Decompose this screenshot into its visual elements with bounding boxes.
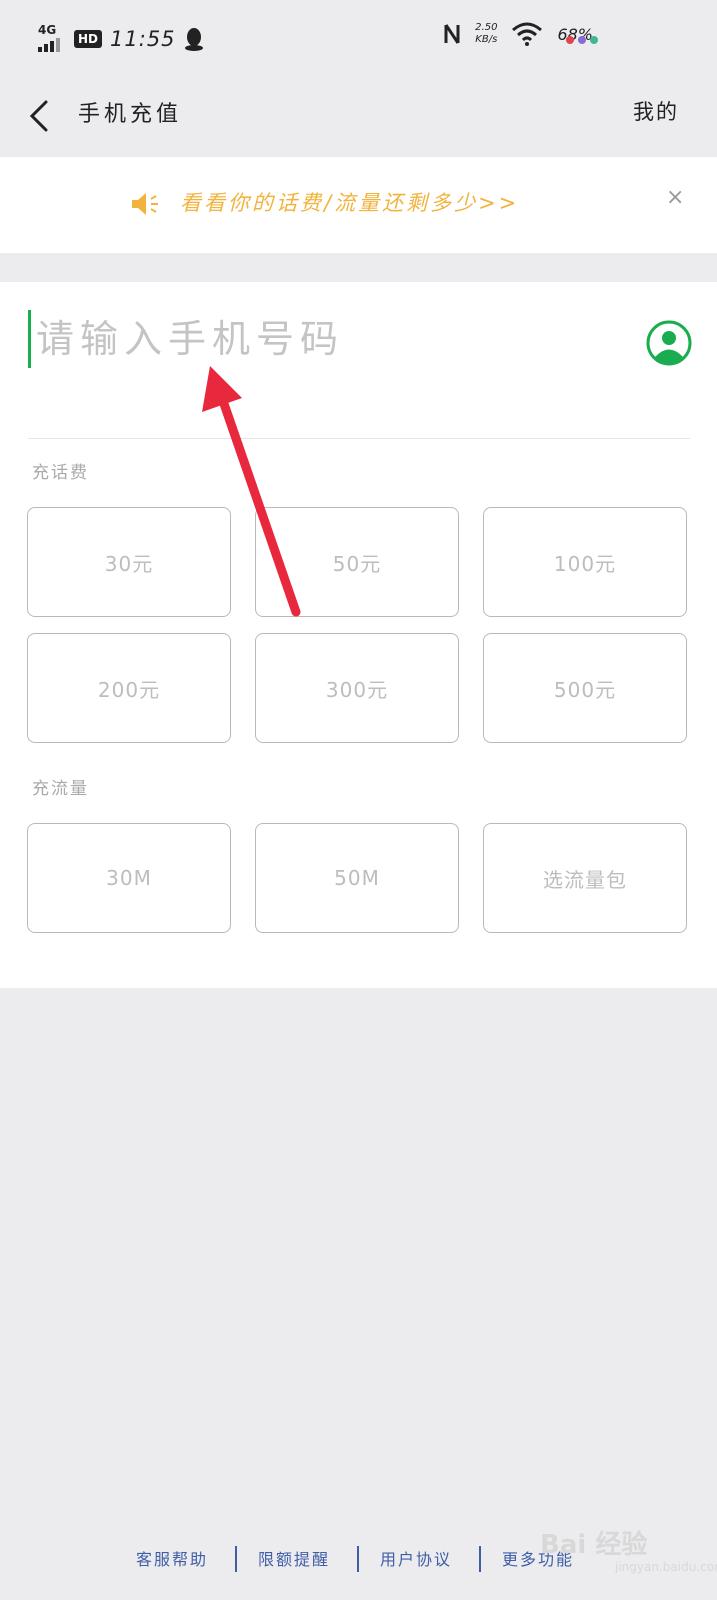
notice-text[interactable]: 看看你的话费/流量还剩多少>> xyxy=(180,187,519,217)
footer-separator xyxy=(357,1546,359,1572)
bill-option-50[interactable]: 50元 xyxy=(255,507,459,617)
footer-link-help[interactable]: 客服帮助 xyxy=(136,1546,208,1570)
footer-link-limit[interactable]: 限额提醒 xyxy=(258,1546,330,1570)
clock: 11:55 xyxy=(110,27,176,51)
text-cursor xyxy=(28,310,31,368)
page-title: 手机充值 xyxy=(78,102,183,127)
notice-banner[interactable]: 看看你的话费/流量还剩多少>> × xyxy=(0,157,717,253)
watermark: Bai 经验 xyxy=(540,1530,648,1560)
notification-dots xyxy=(566,36,598,44)
contact-picker-icon[interactable] xyxy=(646,320,692,366)
back-arrow-icon[interactable] xyxy=(24,94,64,134)
status-left: 4G HD 11:55 xyxy=(36,24,204,54)
app-bar: 手机充值 我的 xyxy=(0,80,717,156)
network-type: 4G xyxy=(38,23,57,37)
bill-option-200[interactable]: 200元 xyxy=(27,633,231,743)
close-icon[interactable]: × xyxy=(666,185,684,210)
qq-icon xyxy=(184,28,203,51)
data-option-50m[interactable]: 50M xyxy=(255,823,459,933)
signal-icon: 4G xyxy=(36,24,66,54)
dot-green xyxy=(590,36,598,44)
footer-separator xyxy=(479,1546,481,1572)
data-option-package[interactable]: 选流量包 xyxy=(483,823,687,933)
phone-number-input[interactable] xyxy=(34,308,616,370)
bill-option-500[interactable]: 500元 xyxy=(483,633,687,743)
hd-badge: HD xyxy=(74,30,103,48)
network-speed: 2.50 KB/s xyxy=(475,22,497,46)
my-account-link[interactable]: 我的 xyxy=(633,96,679,126)
bill-section-label: 充话费 xyxy=(32,463,89,483)
speed-unit: KB/s xyxy=(475,34,498,45)
divider xyxy=(28,438,690,439)
dot-purple xyxy=(578,36,586,44)
phone-input-row xyxy=(28,304,690,374)
data-option-30m[interactable]: 30M xyxy=(27,823,231,933)
wifi-icon xyxy=(512,22,543,46)
footer-separator xyxy=(235,1546,237,1572)
data-section-label: 充流量 xyxy=(32,779,89,799)
recharge-card: 充话费 30元 50元 100元 200元 300元 500元 充流量 30M … xyxy=(0,282,717,988)
status-bar: 4G HD 11:55 2.50 KB/s 68% xyxy=(0,0,717,80)
watermark-url: jingyan.baidu.com xyxy=(615,1560,717,1574)
bill-option-300[interactable]: 300元 xyxy=(255,633,459,743)
bill-option-30[interactable]: 30元 xyxy=(27,507,231,617)
dot-red xyxy=(566,36,574,44)
nfc-icon xyxy=(444,24,460,44)
speaker-icon xyxy=(132,193,158,215)
speed-value: 2.50 xyxy=(475,22,498,33)
bill-option-100[interactable]: 100元 xyxy=(483,507,687,617)
footer-link-agreement[interactable]: 用户协议 xyxy=(380,1546,452,1570)
